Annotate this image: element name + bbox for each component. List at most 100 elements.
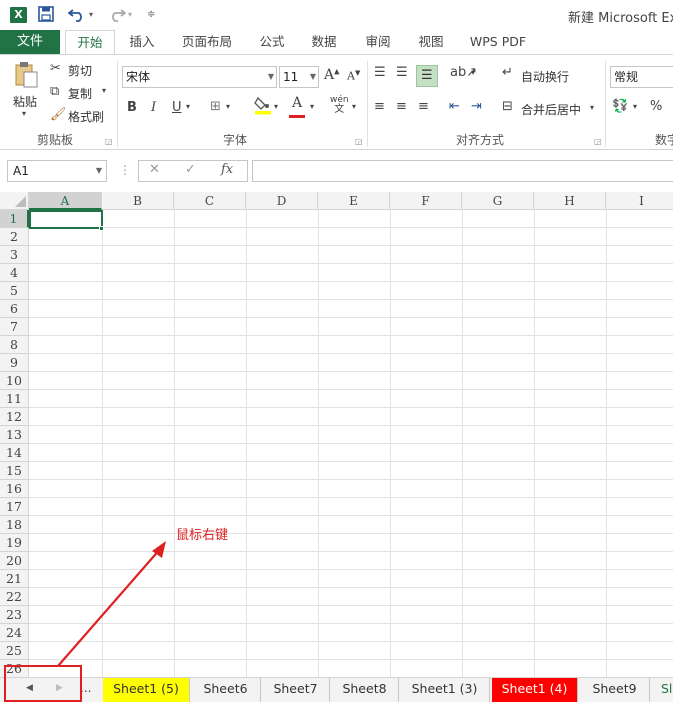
column-header[interactable]: A — [29, 192, 102, 210]
sheet-tab[interactable]: Sheet1 (3) — [400, 678, 490, 702]
column-header[interactable]: E — [318, 192, 390, 210]
paste-dropdown-icon[interactable]: ▾ — [22, 109, 26, 118]
redo-dropdown-icon[interactable]: ▾ — [128, 6, 132, 24]
align-center-icon[interactable]: ≡ — [396, 99, 407, 114]
column-header[interactable]: H — [534, 192, 606, 210]
fill-color-icon[interactable] — [254, 95, 272, 119]
select-all-corner[interactable] — [0, 192, 29, 210]
align-middle-icon[interactable]: ☰ — [396, 65, 408, 80]
row-header[interactable]: 3 — [0, 246, 29, 264]
row-header[interactable]: 5 — [0, 282, 29, 300]
cut-button[interactable]: 剪切 — [68, 62, 92, 79]
sheet-tab[interactable]: Sheet1 (5) — [103, 678, 190, 702]
undo-icon[interactable] — [67, 6, 86, 24]
shrink-font-icon[interactable]: A▼ — [347, 69, 360, 83]
row-header[interactable]: 13 — [0, 426, 29, 444]
redo-icon[interactable] — [108, 6, 127, 24]
underline-button[interactable]: U — [172, 100, 182, 115]
row-header[interactable]: 15 — [0, 462, 29, 480]
number-format-select[interactable]: 常规 — [610, 66, 673, 88]
row-header[interactable]: 17 — [0, 498, 29, 516]
sheet-tab[interactable]: Sheet9 — [580, 678, 650, 702]
font-size-select[interactable]: 11 ▼ — [279, 66, 319, 88]
copy-dropdown-icon[interactable]: ▾ — [102, 86, 106, 95]
column-header[interactable]: B — [102, 192, 174, 210]
font-name-select[interactable]: 宋体 ▼ — [122, 66, 277, 88]
row-header[interactable]: 19 — [0, 534, 29, 552]
row-header[interactable]: 18 — [0, 516, 29, 534]
row-header[interactable]: 25 — [0, 642, 29, 660]
format-painter-icon[interactable]: 🖌 — [50, 107, 67, 122]
orientation-dropdown-icon[interactable]: ▾ — [471, 68, 475, 77]
align-right-icon[interactable]: ≡ — [418, 99, 429, 114]
paste-icon[interactable] — [12, 61, 40, 93]
copy-icon[interactable]: ⧉ — [50, 84, 59, 99]
row-header[interactable]: 14 — [0, 444, 29, 462]
row-header[interactable]: 16 — [0, 480, 29, 498]
tab-page-layout[interactable]: 页面布局 — [174, 30, 240, 54]
sheet-tab[interactable]: Sheet7 — [262, 678, 330, 702]
align-bottom-button[interactable]: ☰ — [416, 65, 438, 87]
row-header[interactable]: 23 — [0, 606, 29, 624]
wrap-text-icon[interactable]: ↵ — [502, 65, 513, 80]
row-header[interactable]: 2 — [0, 228, 29, 246]
column-header[interactable]: D — [246, 192, 318, 210]
cancel-icon[interactable]: ✕ — [149, 162, 160, 177]
column-header[interactable]: I — [606, 192, 673, 210]
copy-button[interactable]: 复制 — [68, 85, 92, 102]
paste-button[interactable]: 粘贴 — [13, 93, 37, 110]
enter-icon[interactable]: ✓ — [185, 162, 196, 177]
tab-data[interactable]: 数据 — [304, 30, 344, 54]
tab-view[interactable]: 视图 — [411, 30, 451, 54]
tab-insert[interactable]: 插入 — [120, 30, 164, 54]
bold-button[interactable]: B — [127, 100, 137, 115]
row-header[interactable]: 1 — [0, 210, 29, 228]
row-header[interactable]: 11 — [0, 390, 29, 408]
sheet-tab[interactable]: Sheet8 — [331, 678, 399, 702]
fill-color-dropdown-icon[interactable]: ▾ — [274, 102, 278, 111]
borders-dropdown-icon[interactable]: ▾ — [226, 102, 230, 111]
row-header[interactable]: 4 — [0, 264, 29, 282]
font-color-dropdown-icon[interactable]: ▾ — [310, 102, 314, 111]
merge-center-dropdown-icon[interactable]: ▾ — [590, 103, 594, 112]
alignment-launcher-icon[interactable]: ◲ — [594, 137, 602, 146]
phonetic-icon[interactable]: wén 文 — [330, 95, 349, 115]
tab-file[interactable]: 文件 — [0, 30, 60, 54]
accounting-format-icon[interactable]: 💱 — [612, 99, 628, 114]
save-icon[interactable] — [38, 6, 54, 24]
format-painter-button[interactable]: 格式刷 — [68, 108, 104, 125]
font-launcher-icon[interactable]: ◲ — [355, 137, 363, 146]
fill-handle[interactable] — [99, 226, 104, 231]
align-top-icon[interactable]: ☰ — [374, 65, 386, 80]
tab-wps-pdf[interactable]: WPS PDF — [462, 30, 534, 54]
name-box[interactable]: A1 ▼ — [7, 160, 107, 182]
row-header[interactable]: 21 — [0, 570, 29, 588]
row-header[interactable]: 10 — [0, 372, 29, 390]
excel-icon[interactable]: X — [10, 7, 27, 23]
decrease-indent-icon[interactable]: ⇤ — [449, 99, 460, 114]
scissors-icon[interactable]: ✂ — [50, 61, 61, 76]
row-header[interactable]: 12 — [0, 408, 29, 426]
clipboard-launcher-icon[interactable]: ◲ — [105, 137, 113, 146]
phonetic-dropdown-icon[interactable]: ▾ — [352, 102, 356, 111]
underline-dropdown-icon[interactable]: ▾ — [186, 102, 190, 111]
percent-button[interactable]: % — [650, 99, 662, 114]
sheet-tab[interactable]: Sl — [651, 678, 673, 702]
font-color-icon[interactable]: A — [289, 95, 305, 118]
column-header[interactable]: F — [390, 192, 462, 210]
insert-function-icon[interactable]: fx — [221, 162, 233, 177]
row-header[interactable]: 24 — [0, 624, 29, 642]
row-header[interactable]: 22 — [0, 588, 29, 606]
align-left-icon[interactable]: ≡ — [374, 99, 385, 114]
merge-center-button[interactable]: 合并后居中 — [521, 101, 581, 118]
sheet-tab[interactable]: Sheet1 (4) — [492, 678, 578, 702]
active-cell[interactable] — [29, 210, 103, 229]
row-header[interactable]: 8 — [0, 336, 29, 354]
formula-input[interactable] — [252, 160, 673, 182]
tab-review[interactable]: 审阅 — [358, 30, 398, 54]
sheet-tab[interactable]: Sheet6 — [191, 678, 261, 702]
merge-center-icon[interactable]: ⊟ — [502, 99, 513, 114]
column-header[interactable]: C — [174, 192, 246, 210]
column-header[interactable]: G — [462, 192, 534, 210]
tab-formulas[interactable]: 公式 — [252, 30, 292, 54]
